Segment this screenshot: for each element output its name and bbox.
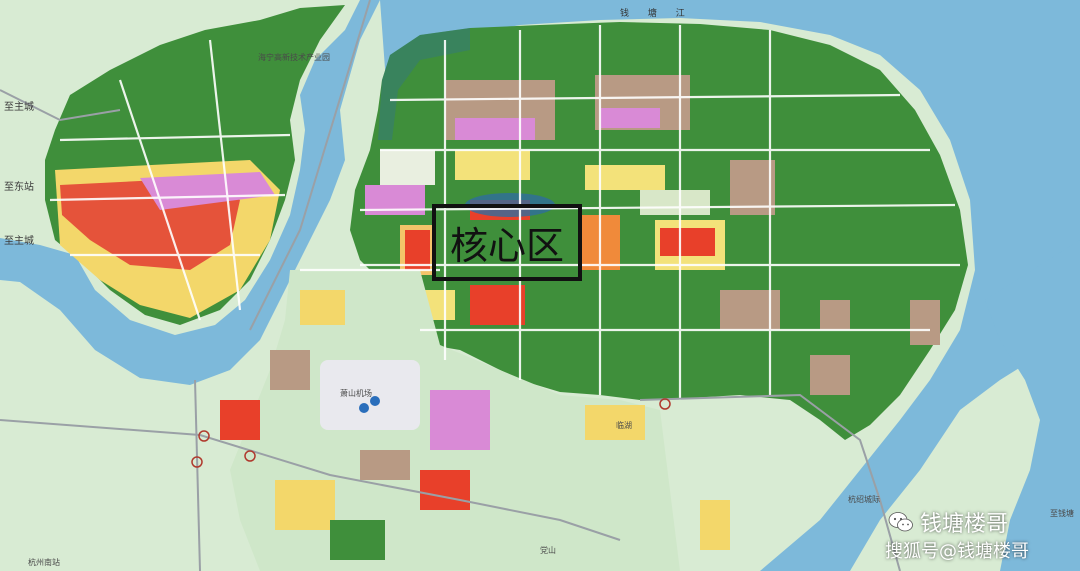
south-block-9 xyxy=(220,400,260,440)
watermark-handle: 搜狐号@钱塘楼哥 xyxy=(885,541,1029,562)
block-commercial-1 xyxy=(660,228,715,256)
south-block-8 xyxy=(700,500,730,550)
block-residential-2 xyxy=(585,165,665,190)
label-to-zhucheng: 至主城 xyxy=(4,102,34,113)
label-hangshao: 杭绍城际 xyxy=(848,495,880,504)
block-commercial-5 xyxy=(470,285,525,325)
wechat-icon xyxy=(888,512,913,532)
south-block-6 xyxy=(420,470,470,510)
block-public-1 xyxy=(455,118,535,140)
block-industrial-6 xyxy=(910,300,940,345)
south-block-3 xyxy=(430,390,490,450)
watermark-line1: 钱塘楼哥 xyxy=(888,506,1008,538)
south-block-7 xyxy=(585,405,645,440)
label-hangzhou-south-station: 杭州南站 xyxy=(28,558,60,567)
block-industrial-5 xyxy=(810,355,850,395)
block-industrial-7 xyxy=(820,300,850,330)
block-grid-pale-2 xyxy=(640,190,710,215)
south-block-1 xyxy=(300,290,345,325)
south-block-2 xyxy=(270,350,310,390)
core-area-label: 核心区 xyxy=(449,224,564,268)
planning-map xyxy=(0,0,1080,571)
airport-label: 萧山机场 xyxy=(340,389,372,398)
south-block-10 xyxy=(330,520,385,560)
south-block-5 xyxy=(275,480,335,530)
block-residential-1 xyxy=(455,150,530,180)
label-linghu: 临湖 xyxy=(616,421,632,430)
block-grid-pale xyxy=(380,150,435,185)
label-to-east-station: 至东站 xyxy=(4,182,34,193)
label-to-main-city: 至主城 xyxy=(4,236,34,247)
watermark-title: 钱塘楼哥 xyxy=(920,512,1009,537)
label-to-qiantang: 至钱塘 xyxy=(1050,509,1074,518)
river-label: 钱 塘 江 xyxy=(620,9,693,19)
label-dangshan: 党山 xyxy=(540,546,556,555)
south-block-4 xyxy=(360,450,410,480)
block-public-3 xyxy=(600,108,660,128)
industrial-park-label: 海宁高新技术产业园 xyxy=(258,53,330,62)
core-area-box: 核心区 xyxy=(432,204,582,281)
